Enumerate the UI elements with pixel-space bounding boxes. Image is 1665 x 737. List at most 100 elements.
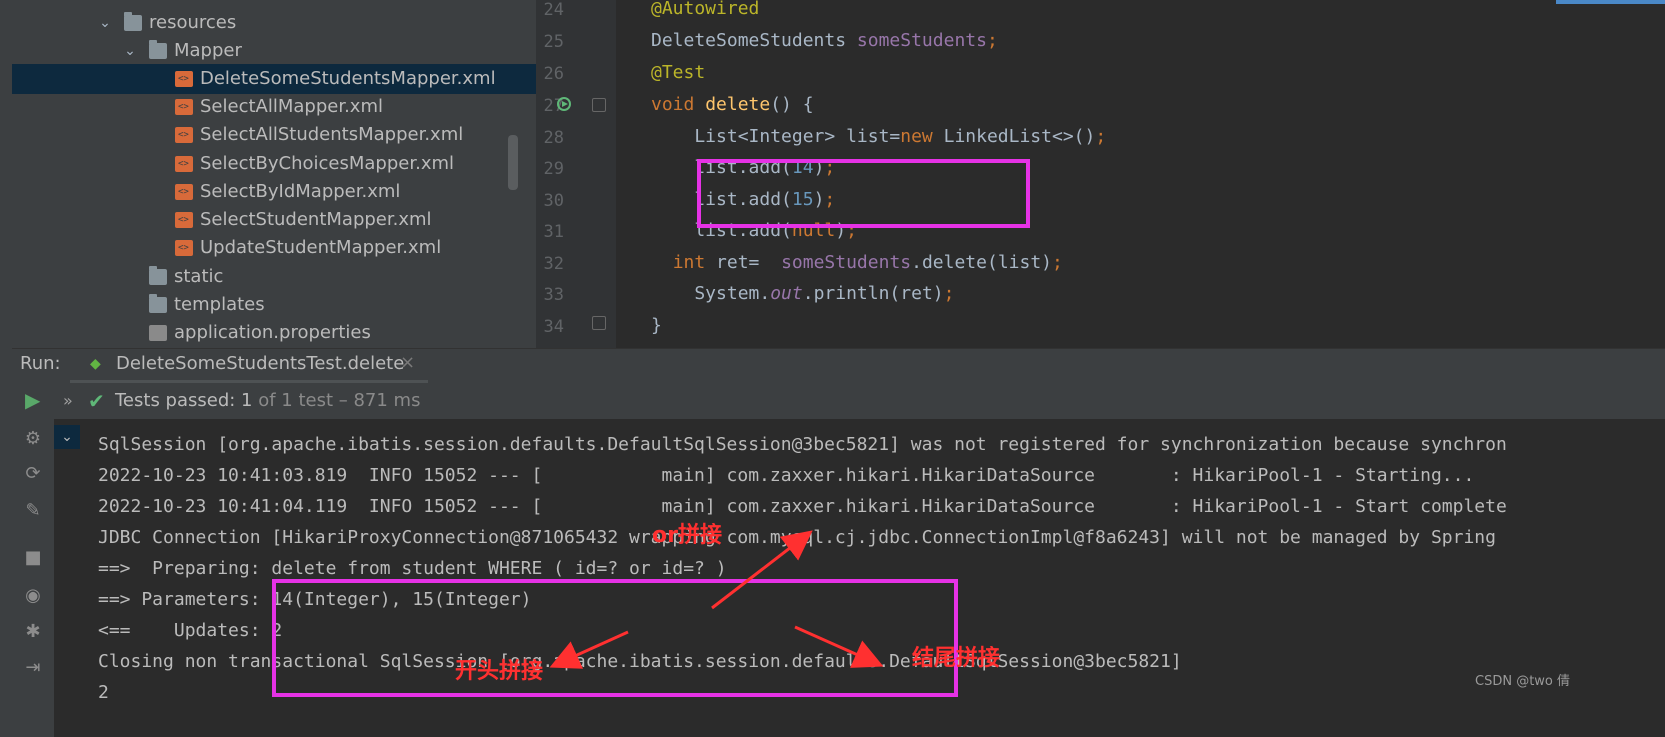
code-token: void bbox=[651, 94, 706, 115]
code-token: } bbox=[651, 315, 662, 336]
tree-item-selectallmapper[interactable]: SelectAllMapper.xml bbox=[12, 92, 536, 122]
tree-item-updatestudentmapper[interactable]: UpdateStudentMapper.xml bbox=[12, 233, 536, 263]
code-token: LinkedList<>() bbox=[943, 126, 1096, 147]
line-number: 31 bbox=[543, 222, 564, 242]
code-line: @Autowired bbox=[651, 0, 759, 19]
run-tab-label[interactable]: DeleteSomeStudentsTest.delete bbox=[116, 353, 404, 374]
tree-item-label: UpdateStudentMapper.xml bbox=[200, 237, 442, 258]
xml-file-icon bbox=[175, 71, 193, 87]
xml-file-icon bbox=[175, 240, 193, 256]
tree-item-label: templates bbox=[174, 294, 265, 315]
folder-icon bbox=[149, 40, 167, 59]
run-test-icon[interactable] bbox=[556, 95, 574, 113]
tree-item-resources[interactable]: ⌄ resources bbox=[12, 8, 536, 38]
code-token: delete bbox=[705, 94, 771, 115]
tree-item-application-properties[interactable]: application.properties bbox=[12, 318, 536, 348]
project-tree-panel: ⌄ resources ⌄ Mapper DeleteSomeStudentsM… bbox=[12, 0, 536, 363]
code-token: ; bbox=[943, 283, 955, 304]
code-line: } bbox=[651, 315, 662, 336]
stop-icon[interactable]: ■ bbox=[22, 547, 44, 569]
line-number: 26 bbox=[543, 64, 564, 84]
code-token: @Test bbox=[651, 62, 706, 83]
debug-icon[interactable]: ⚙ bbox=[22, 428, 44, 450]
expand-chevrons-icon[interactable]: » bbox=[63, 391, 73, 410]
tree-item-label: SelectAllMapper.xml bbox=[200, 96, 383, 117]
xml-file-icon bbox=[175, 212, 193, 228]
console-line: ==> Preparing: delete from student WHERE… bbox=[98, 558, 727, 579]
line-number: 30 bbox=[543, 191, 564, 211]
folder-icon bbox=[124, 12, 142, 31]
code-token: ; bbox=[1095, 126, 1107, 147]
chevron-down-icon[interactable]: ⌄ bbox=[54, 425, 80, 449]
tree-item-mapper[interactable]: ⌄ Mapper bbox=[12, 36, 536, 66]
tree-item-selectbyidmapper[interactable]: SelectByIdMapper.xml bbox=[12, 177, 536, 207]
console-line: 2022-10-23 10:41:03.819 INFO 15052 --- [… bbox=[98, 465, 1475, 486]
editor-tab-indicator bbox=[1556, 0, 1665, 4]
close-icon[interactable]: × bbox=[400, 352, 415, 373]
code-token: someStudents bbox=[856, 30, 987, 51]
line-number: 32 bbox=[543, 254, 564, 274]
line-number: 24 bbox=[543, 0, 564, 20]
code-token: System. bbox=[651, 283, 771, 304]
tree-item-templates[interactable]: templates bbox=[12, 290, 536, 320]
code-token: ; bbox=[1052, 252, 1063, 273]
tree-item-deletesomestudentsmapper[interactable]: DeleteSomeStudentsMapper.xml bbox=[12, 64, 536, 94]
folder-icon bbox=[149, 266, 167, 285]
tree-item-label: SelectByChoicesMapper.xml bbox=[200, 153, 455, 174]
line-number: 34 bbox=[543, 317, 564, 337]
wrench-icon[interactable]: ✎ bbox=[22, 500, 44, 522]
console-line: SqlSession [org.apache.ibatis.session.de… bbox=[98, 434, 1507, 455]
code-token: someStudents bbox=[781, 252, 912, 273]
code-token: () { bbox=[770, 94, 814, 115]
exit-icon[interactable]: ⇥ bbox=[22, 657, 44, 679]
highlight-box-list-adds bbox=[697, 159, 1030, 228]
code-line: DeleteSomeStudents someStudents; bbox=[651, 30, 998, 51]
camera-icon[interactable]: ◉ bbox=[22, 585, 44, 607]
watermark: CSDN @two 倩 bbox=[1475, 674, 1571, 689]
line-number: 29 bbox=[543, 159, 564, 179]
chevron-down-icon[interactable]: ⌄ bbox=[98, 8, 112, 38]
settings-icon[interactable]: ✱ bbox=[22, 621, 44, 643]
code-token: List<Integer> list= bbox=[651, 126, 901, 147]
code-token: ; bbox=[986, 30, 998, 51]
run-window-label: Run: bbox=[20, 353, 61, 374]
tree-item-label: static bbox=[174, 266, 224, 287]
tests-summary: of 1 test – 871 ms bbox=[252, 390, 421, 411]
code-token: @Autowired bbox=[651, 0, 760, 19]
code-line: @Test bbox=[651, 62, 705, 83]
test-config-icon: ◆ bbox=[90, 356, 101, 372]
check-icon: ✔ bbox=[88, 389, 105, 413]
rerun-failed-icon[interactable]: ⟳ bbox=[22, 463, 44, 485]
project-scrollbar[interactable] bbox=[508, 135, 518, 190]
console-line: <== Updates: 2 bbox=[98, 620, 283, 641]
annotation-start: 开头拼接 bbox=[455, 659, 544, 684]
code-token: .println(ret) bbox=[802, 283, 944, 304]
properties-file-icon bbox=[149, 325, 167, 341]
line-number: 28 bbox=[543, 128, 564, 148]
tree-item-selectbychoicesmapper[interactable]: SelectByChoicesMapper.xml bbox=[12, 149, 536, 179]
code-line: List<Integer> list=new LinkedList<>(); bbox=[651, 126, 1106, 147]
rerun-icon[interactable]: ▶ bbox=[25, 388, 40, 412]
tree-item-label: SelectStudentMapper.xml bbox=[200, 209, 432, 230]
code-line: System.out.println(ret); bbox=[651, 283, 954, 304]
annotation-or: or拼接 bbox=[652, 523, 722, 548]
fold-marker-icon[interactable] bbox=[592, 98, 606, 112]
tree-item-selectallstudentsmapper[interactable]: SelectAllStudentsMapper.xml bbox=[12, 120, 536, 150]
line-number: 25 bbox=[543, 32, 564, 52]
code-token: new bbox=[900, 126, 944, 147]
code-token: int bbox=[672, 252, 717, 273]
chevron-down-icon[interactable]: ⌄ bbox=[123, 36, 137, 66]
code-token: out bbox=[770, 283, 803, 304]
code-line: int ret= someStudents.delete(list); bbox=[651, 252, 1063, 273]
code-token: DeleteSomeStudents bbox=[651, 30, 857, 51]
tree-item-selectstudentmapper[interactable]: SelectStudentMapper.xml bbox=[12, 205, 536, 235]
fold-marker-icon[interactable] bbox=[592, 316, 606, 330]
console-line: 2 bbox=[98, 682, 109, 703]
tree-item-label: SelectByIdMapper.xml bbox=[200, 181, 401, 202]
xml-file-icon bbox=[175, 156, 193, 172]
tree-item-label: application.properties bbox=[174, 322, 371, 343]
code-token: ret= bbox=[716, 252, 782, 273]
tests-status: Tests passed: 1 of 1 test – 871 ms bbox=[115, 390, 420, 411]
tree-item-static[interactable]: static bbox=[12, 262, 536, 292]
